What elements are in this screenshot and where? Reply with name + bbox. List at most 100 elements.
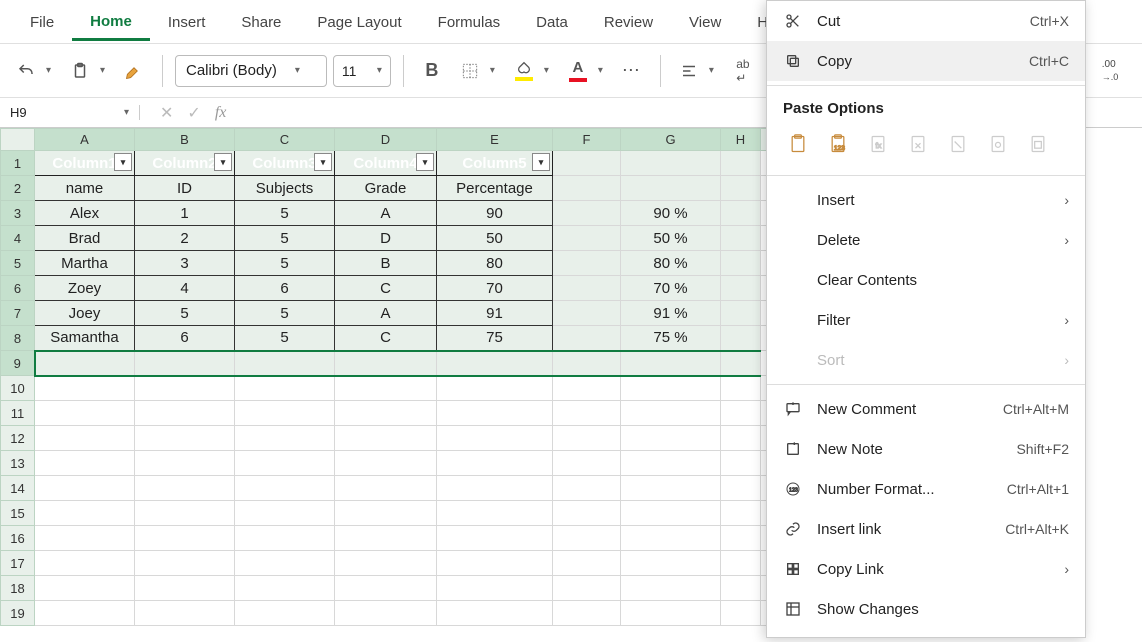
cell[interactable] [437, 501, 553, 526]
cell-c4[interactable]: 5 [235, 226, 335, 251]
row-header-18[interactable]: 18 [1, 576, 35, 601]
cell-d5[interactable]: B [335, 251, 437, 276]
cell-e7[interactable]: 91 [437, 301, 553, 326]
filter-icon[interactable]: ▾ [114, 153, 132, 171]
cell-a5[interactable]: Martha [35, 251, 135, 276]
row-header-11[interactable]: 11 [1, 401, 35, 426]
cell[interactable] [235, 376, 335, 401]
row-header-5[interactable]: 5 [1, 251, 35, 276]
cell[interactable] [335, 476, 437, 501]
ctx-number-format[interactable]: 123 Number Format... Ctrl+Alt+1 [767, 469, 1085, 509]
ctx-filter[interactable]: Filter › [767, 300, 1085, 340]
cell[interactable] [553, 501, 621, 526]
undo-dropdown[interactable]: ▾ [46, 65, 58, 76]
font-color-dropdown[interactable]: ▾ [598, 65, 610, 76]
cell[interactable] [235, 476, 335, 501]
cell-f4[interactable] [553, 226, 621, 251]
cell[interactable] [135, 376, 235, 401]
cell[interactable] [437, 451, 553, 476]
select-all-corner[interactable] [1, 129, 35, 151]
cell[interactable] [621, 576, 721, 601]
cell[interactable] [135, 501, 235, 526]
cell-d1[interactable]: Column4▾ [335, 151, 437, 176]
cell[interactable] [335, 501, 437, 526]
cell-b6[interactable]: 4 [135, 276, 235, 301]
cell-e9[interactable] [437, 351, 553, 376]
cell-h5[interactable] [721, 251, 761, 276]
cell-f8[interactable] [553, 326, 621, 351]
font-size-select[interactable]: 11 ▾ [333, 55, 391, 87]
cell-g9[interactable] [621, 351, 721, 376]
cell[interactable] [235, 576, 335, 601]
ctx-cut[interactable]: Cut Ctrl+X [767, 1, 1085, 41]
col-header-b[interactable]: B [135, 129, 235, 151]
cell[interactable] [437, 526, 553, 551]
cell[interactable] [437, 426, 553, 451]
cell[interactable] [335, 576, 437, 601]
cell-g5[interactable]: 80 % [621, 251, 721, 276]
cell-b4[interactable]: 2 [135, 226, 235, 251]
paste-dropdown[interactable]: ▾ [100, 65, 112, 76]
cell-a6[interactable]: Zoey [35, 276, 135, 301]
cell-f7[interactable] [553, 301, 621, 326]
cell[interactable] [553, 526, 621, 551]
col-header-f[interactable]: F [553, 129, 621, 151]
cell-a7[interactable]: Joey [35, 301, 135, 326]
wrap-text-button[interactable]: ab↵ [727, 55, 759, 87]
filter-icon[interactable]: ▾ [416, 153, 434, 171]
row-header-8[interactable]: 8 [1, 326, 35, 351]
cell[interactable] [35, 501, 135, 526]
col-header-c[interactable]: C [235, 129, 335, 151]
align-dropdown[interactable]: ▾ [709, 65, 721, 76]
cell[interactable] [35, 401, 135, 426]
cell[interactable] [553, 601, 621, 626]
row-header-3[interactable]: 3 [1, 201, 35, 226]
cell-g8[interactable]: 75 % [621, 326, 721, 351]
row-header-1[interactable]: 1 [1, 151, 35, 176]
cell-d2[interactable]: Grade [335, 176, 437, 201]
cell[interactable] [235, 401, 335, 426]
ctx-copy[interactable]: Copy Ctrl+C [767, 41, 1085, 81]
cell[interactable] [721, 551, 761, 576]
tab-file[interactable]: File [12, 4, 72, 39]
cell-b5[interactable]: 3 [135, 251, 235, 276]
tab-home[interactable]: Home [72, 3, 150, 41]
ctx-insert[interactable]: Insert › [767, 180, 1085, 220]
cell-b9[interactable] [135, 351, 235, 376]
cell-e2[interactable]: Percentage [437, 176, 553, 201]
cell-g7[interactable]: 91 % [621, 301, 721, 326]
font-color-button[interactable]: A [562, 55, 594, 87]
cell[interactable] [621, 551, 721, 576]
tab-page-layout[interactable]: Page Layout [299, 4, 419, 39]
cell-a8[interactable]: Samantha [35, 326, 135, 351]
ctx-copy-link[interactable]: Copy Link › [767, 549, 1085, 589]
row-header-14[interactable]: 14 [1, 476, 35, 501]
col-header-a[interactable]: A [35, 129, 135, 151]
cell[interactable] [437, 551, 553, 576]
cell[interactable] [135, 576, 235, 601]
cell-f6[interactable] [553, 276, 621, 301]
cell[interactable] [621, 476, 721, 501]
cell-c9[interactable] [235, 351, 335, 376]
cell-g6[interactable]: 70 % [621, 276, 721, 301]
cell[interactable] [437, 576, 553, 601]
cell[interactable] [553, 476, 621, 501]
cell[interactable] [721, 401, 761, 426]
row-header-13[interactable]: 13 [1, 451, 35, 476]
cell-d6[interactable]: C [335, 276, 437, 301]
cell[interactable] [721, 451, 761, 476]
confirm-icon[interactable]: ✓ [187, 103, 200, 123]
row-header-17[interactable]: 17 [1, 551, 35, 576]
cell[interactable] [35, 476, 135, 501]
cell-b1[interactable]: Column2▾ [135, 151, 235, 176]
cell[interactable] [335, 426, 437, 451]
cell[interactable] [135, 526, 235, 551]
cell-e4[interactable]: 50 [437, 226, 553, 251]
cell[interactable] [621, 401, 721, 426]
cell[interactable] [621, 601, 721, 626]
row-header-10[interactable]: 10 [1, 376, 35, 401]
cell[interactable] [721, 576, 761, 601]
cell[interactable] [35, 451, 135, 476]
cell[interactable] [335, 376, 437, 401]
undo-button[interactable] [10, 55, 42, 87]
